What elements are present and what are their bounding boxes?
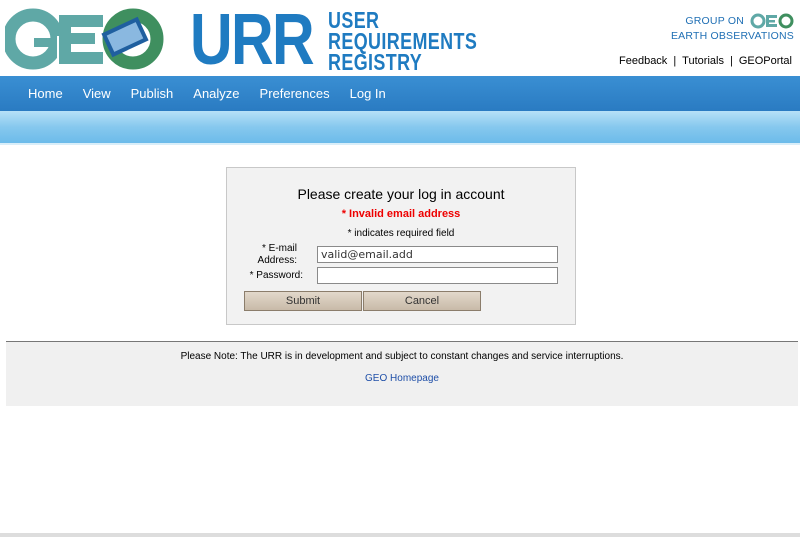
development-notice: Please Note: The URR is in development a… bbox=[6, 341, 798, 406]
nav-item-login[interactable]: Log In bbox=[340, 76, 396, 111]
tutorials-link[interactable]: Tutorials bbox=[682, 55, 724, 67]
bottom-divider bbox=[0, 533, 800, 537]
group-on-earth-observations-logo[interactable]: GROUP ON EARTH OBSERVATIONS bbox=[671, 12, 794, 43]
nav-item-publish[interactable]: Publish bbox=[121, 76, 184, 111]
email-label: * E-mail Address: bbox=[257, 243, 297, 266]
header: URR USER REQUIREMENTS REGISTRY GROUP ON … bbox=[0, 0, 800, 76]
urr-logo-words: USER REQUIREMENTS REGISTRY bbox=[328, 9, 477, 75]
top-links: Feedback | Tutorials | GEOPortal bbox=[619, 55, 792, 67]
geo-mini-icon bbox=[750, 13, 794, 29]
sub-nav-bar bbox=[0, 111, 800, 143]
nav-item-preferences[interactable]: Preferences bbox=[250, 76, 340, 111]
urr-logo: URR USER REQUIREMENTS REGISTRY bbox=[190, 4, 480, 76]
login-title: Please create your log in account bbox=[297, 186, 505, 202]
link-separator: | bbox=[673, 55, 677, 67]
urr-word-registry: REGISTRY bbox=[328, 49, 423, 75]
cancel-button[interactable]: Cancel bbox=[363, 291, 481, 311]
nav-item-analyze[interactable]: Analyze bbox=[183, 76, 249, 111]
feedback-link[interactable]: Feedback bbox=[619, 55, 667, 67]
group-line1: GROUP ON bbox=[685, 14, 744, 27]
link-separator: | bbox=[729, 55, 733, 67]
urr-logo-text: URR bbox=[190, 0, 315, 80]
password-field[interactable] bbox=[317, 267, 558, 284]
email-field[interactable] bbox=[317, 246, 558, 263]
group-line2: EARTH OBSERVATIONS bbox=[670, 30, 794, 42]
notice-text: Please Note: The URR is in development a… bbox=[180, 351, 624, 362]
password-label: * Password: bbox=[249, 270, 303, 281]
login-form: Please create your log in account * Inva… bbox=[226, 167, 576, 325]
error-message: * Invalid email address bbox=[341, 208, 461, 220]
submit-button[interactable]: Submit bbox=[244, 291, 362, 311]
geo-homepage-link[interactable]: GEO Homepage bbox=[6, 373, 798, 384]
main-nav: Home View Publish Analyze Preferences Lo… bbox=[0, 76, 800, 111]
nav-item-home[interactable]: Home bbox=[18, 76, 73, 111]
sub-nav-divider bbox=[0, 143, 800, 145]
geo-logo[interactable] bbox=[5, 2, 165, 74]
nav-item-view[interactable]: View bbox=[73, 76, 121, 111]
geoportal-link[interactable]: GEOPortal bbox=[739, 55, 792, 67]
required-field-note: * indicates required field bbox=[347, 228, 455, 239]
